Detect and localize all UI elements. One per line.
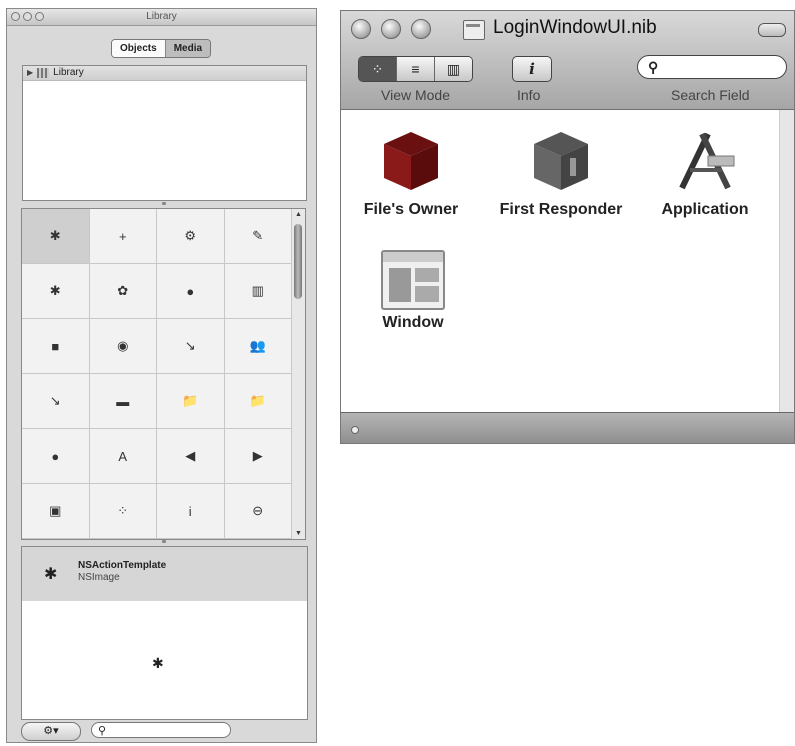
library-outline[interactable]: ▶ Library — [22, 65, 307, 201]
scroll-thumb[interactable] — [294, 224, 302, 299]
object-label: First Responder — [499, 201, 623, 218]
library-object-cell[interactable]: 📁 — [224, 374, 292, 429]
library-object-cell[interactable]: A — [89, 429, 157, 484]
nib-bottom-bar — [341, 412, 794, 443]
nib-toolbar: LoginWindowUI.nib ⁘ ≡ ▥ i ⚲ View Mode In… — [341, 11, 794, 110]
library-search-input[interactable]: ⚲ — [91, 722, 231, 738]
library-object-cell[interactable]: ▶ — [224, 429, 292, 484]
split-handle-lower[interactable] — [162, 540, 166, 543]
detail-item-name: NSActionTemplate — [78, 560, 167, 571]
window-icon — [381, 250, 445, 310]
object-label: File's Owner — [363, 201, 459, 218]
minimize-button[interactable] — [381, 19, 401, 39]
library-object-cell[interactable]: ⁘ — [89, 484, 157, 539]
nib-scrollbar[interactable] — [779, 110, 794, 416]
grid-scrollbar[interactable]: ▲ ▼ — [292, 208, 306, 540]
object-files-owner[interactable]: File's Owner — [341, 130, 481, 219]
library-object-cell[interactable]: ✿ — [89, 264, 157, 319]
status-indicator-icon — [351, 426, 359, 434]
library-object-cell[interactable]: ● — [157, 264, 225, 319]
search-field-label: Search Field — [671, 87, 750, 103]
object-label: Window — [382, 314, 444, 331]
detail-header[interactable]: ✱ NSActionTemplate NSImage — [22, 547, 307, 601]
object-application[interactable]: Application — [635, 128, 775, 219]
application-icon — [679, 132, 735, 190]
objects-media-segmented[interactable]: Objects Media — [111, 39, 212, 58]
library-panel: Library Objects Media ▶ Library ✱ + ⚙ ✎ ✱ ✿ ● ▥… — [6, 8, 317, 743]
search-icon: ⚲ — [648, 59, 659, 75]
zoom-button[interactable] — [35, 12, 44, 21]
search-field[interactable]: ⚲ — [637, 55, 787, 79]
disclosure-triangle-icon[interactable]: ▶ — [27, 66, 33, 80]
library-object-cell[interactable]: ↘ — [22, 374, 90, 429]
nib-document-icon — [463, 20, 485, 40]
tab-media[interactable]: Media — [164, 40, 211, 57]
search-icon: ⚲ — [98, 725, 107, 737]
files-owner-cube-icon — [384, 132, 438, 190]
library-object-cell[interactable]: ■ — [22, 319, 90, 374]
outline-row-library[interactable]: ▶ Library — [23, 66, 306, 81]
object-window[interactable]: Window — [343, 250, 483, 332]
library-titlebar: Library — [7, 9, 316, 26]
library-object-cell[interactable]: ⚙ — [157, 209, 225, 264]
window-title: LoginWindowUI.nib — [493, 17, 657, 38]
action-gear-icon: ✱ — [44, 566, 58, 583]
library-object-cell[interactable]: ▣ — [22, 484, 90, 539]
nib-objects-area[interactable]: File's Owner First Responder Application — [341, 110, 794, 416]
action-menu-button[interactable]: ⚙▾ — [21, 722, 81, 741]
first-responder-cube-icon — [534, 132, 588, 190]
preview-gear-icon: ✱ — [152, 655, 164, 671]
library-object-cell[interactable]: ▥ — [224, 264, 292, 319]
list-view-button[interactable]: ≡ — [396, 57, 434, 81]
object-grid[interactable]: ✱ + ⚙ ✎ ✱ ✿ ● ▥ ■ ◉ ↘ 👥 ↘ ▬ 📁 📁 ● A ◀ ▶ ▣ ⁘ i ⊖ — [21, 208, 293, 540]
library-object-cell[interactable]: ● — [22, 429, 90, 484]
toolbar-toggle-button[interactable] — [758, 23, 786, 37]
library-object-cell[interactable]: i — [157, 484, 225, 539]
view-mode-label: View Mode — [381, 87, 451, 103]
library-object-cell[interactable]: ▬ — [89, 374, 157, 429]
library-object-cell[interactable]: ⊖ — [224, 484, 292, 539]
zoom-button[interactable] — [411, 19, 431, 39]
tab-objects[interactable]: Objects — [112, 40, 165, 57]
view-mode-segmented[interactable]: ⁘ ≡ ▥ — [358, 56, 473, 82]
library-object-cell[interactable]: ◉ — [89, 319, 157, 374]
object-first-responder[interactable]: First Responder — [491, 130, 631, 219]
object-label: Application — [661, 201, 749, 218]
outline-row-label: Library — [53, 67, 84, 78]
close-button[interactable] — [351, 19, 371, 39]
library-title: Library — [146, 11, 177, 22]
library-object-cell[interactable]: 👥 — [224, 319, 292, 374]
library-object-cell[interactable]: ↘ — [157, 319, 225, 374]
library-object-cell[interactable]: ✱ — [22, 209, 90, 264]
split-handle[interactable] — [162, 202, 166, 205]
close-button[interactable] — [11, 12, 20, 21]
detail-item-class: NSImage — [78, 572, 120, 583]
nib-document-window: LoginWindowUI.nib ⁘ ≡ ▥ i ⚲ View Mode In… — [340, 10, 795, 444]
library-object-cell[interactable]: ✱ — [22, 264, 90, 319]
library-books-icon — [37, 68, 50, 78]
icon-view-button[interactable]: ⁘ — [359, 57, 396, 81]
info-button[interactable]: i — [512, 56, 552, 82]
column-view-button[interactable]: ▥ — [434, 57, 472, 81]
library-bottom-bar: ⚙▾ ⚲ — [21, 722, 306, 742]
library-object-cell[interactable]: 📁 — [157, 374, 225, 429]
library-object-cell[interactable]: ◀ — [157, 429, 225, 484]
library-object-cell[interactable]: ✎ — [224, 209, 292, 264]
scroll-down-arrow-icon[interactable]: ▼ — [292, 530, 305, 537]
detail-pane: ✱ NSActionTemplate NSImage ✱ — [21, 546, 308, 720]
info-label: Info — [517, 87, 541, 103]
scroll-up-arrow-icon[interactable]: ▲ — [292, 211, 305, 218]
minimize-button[interactable] — [23, 12, 32, 21]
library-object-cell[interactable]: + — [89, 209, 157, 264]
